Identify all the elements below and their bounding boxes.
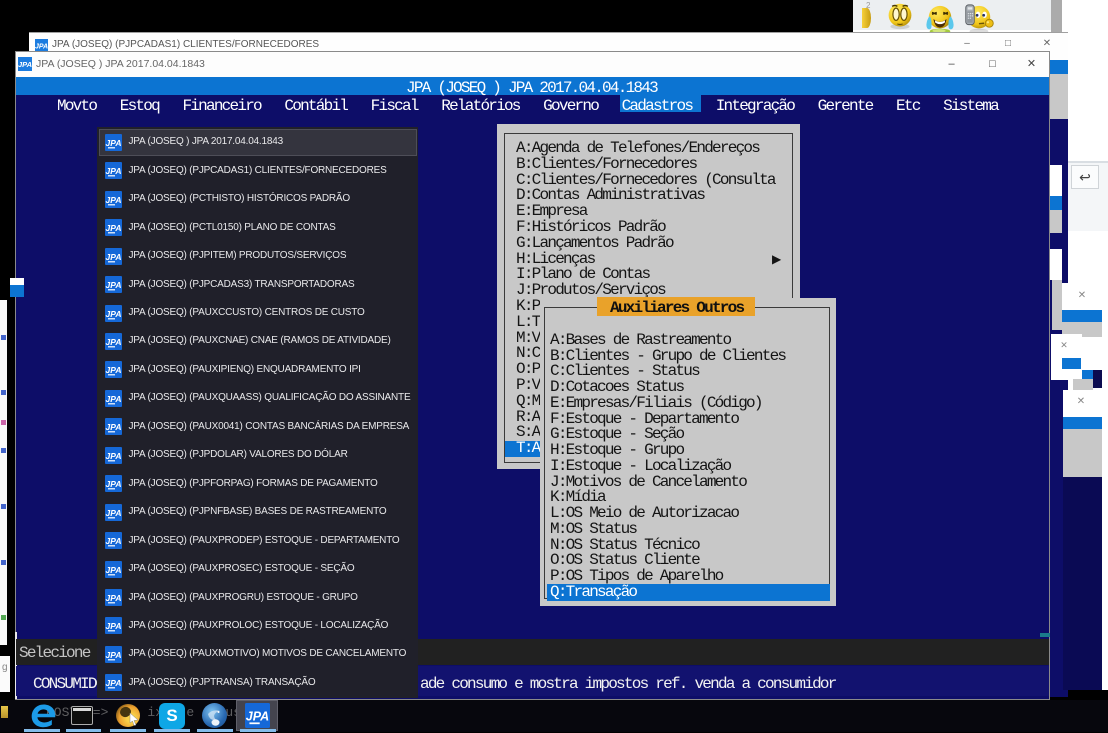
- svg-text:JPA: JPA: [106, 309, 122, 319]
- svg-text:JPA: JPA: [106, 365, 122, 375]
- svg-text:JPA: JPA: [106, 565, 122, 575]
- svg-text:JPA: JPA: [106, 451, 122, 461]
- svg-text:JPA: JPA: [106, 593, 122, 603]
- svg-text:JPA: JPA: [106, 337, 122, 347]
- svg-text:JPA: JPA: [106, 166, 122, 176]
- svg-text:JPA: JPA: [106, 223, 122, 233]
- svg-text:JPA: JPA: [106, 280, 122, 290]
- svg-text:JPA: JPA: [106, 678, 122, 688]
- svg-text:JPA: JPA: [35, 44, 48, 51]
- svg-text:JPA: JPA: [18, 60, 32, 69]
- svg-text:JPA: JPA: [106, 195, 122, 205]
- svg-text:JPA: JPA: [246, 710, 269, 724]
- svg-text:JPA: JPA: [106, 394, 122, 404]
- svg-text:JPA: JPA: [106, 650, 122, 660]
- svg-text:JPA: JPA: [106, 479, 122, 489]
- svg-text:JPA: JPA: [106, 536, 122, 546]
- svg-text:JPA: JPA: [106, 621, 122, 631]
- svg-text:JPA: JPA: [106, 138, 122, 148]
- svg-text:JPA: JPA: [106, 422, 122, 432]
- svg-text:JPA: JPA: [106, 508, 122, 518]
- svg-text:JPA: JPA: [106, 252, 122, 262]
